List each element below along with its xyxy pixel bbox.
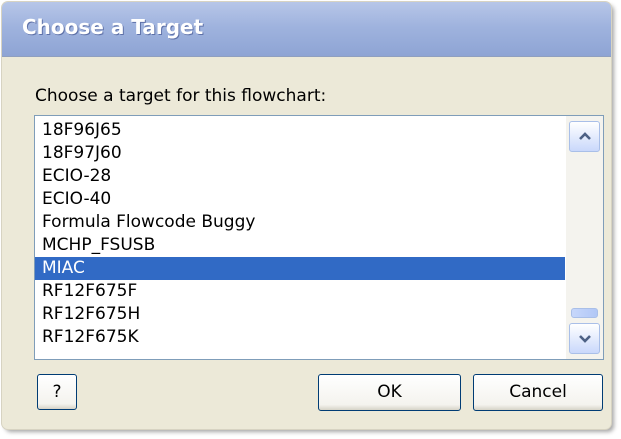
choose-target-dialog: Choose a Target Choose a target for this… bbox=[2, 2, 611, 429]
list-item[interactable]: MCHP_FSUSB bbox=[35, 234, 565, 257]
target-listbox[interactable]: 18F96J65 18F97J60 ECIO-28 ECIO-40 Formul… bbox=[34, 115, 604, 360]
chevron-down-icon bbox=[579, 335, 591, 343]
vertical-scrollbar[interactable] bbox=[566, 116, 603, 359]
list-item[interactable]: ECIO-28 bbox=[35, 165, 565, 188]
list-item[interactable]: RF12F675H bbox=[35, 303, 565, 326]
cancel-button[interactable]: Cancel bbox=[473, 374, 603, 411]
chevron-up-icon bbox=[579, 132, 591, 140]
list-item[interactable]: RF12F675K bbox=[35, 326, 565, 349]
title-bar[interactable]: Choose a Target bbox=[2, 2, 611, 57]
list-item[interactable]: 18F96J65 bbox=[35, 119, 565, 142]
list-item[interactable]: 18F97J60 bbox=[35, 142, 565, 165]
scroll-down-button[interactable] bbox=[569, 323, 600, 354]
list-item[interactable]: ECIO-40 bbox=[35, 188, 565, 211]
window-title: Choose a Target bbox=[22, 15, 204, 39]
prompt-label: Choose a target for this flowchart: bbox=[35, 86, 327, 106]
ok-button[interactable]: OK bbox=[318, 374, 461, 411]
scroll-up-button[interactable] bbox=[569, 121, 600, 152]
scrollbar-thumb[interactable] bbox=[571, 308, 598, 318]
list-item-selected[interactable]: MIAC bbox=[35, 257, 565, 280]
target-list: 18F96J65 18F97J60 ECIO-28 ECIO-40 Formul… bbox=[35, 119, 565, 349]
help-button[interactable]: ? bbox=[37, 374, 77, 410]
list-item[interactable]: RF12F675F bbox=[35, 280, 565, 303]
list-item[interactable]: Formula Flowcode Buggy bbox=[35, 211, 565, 234]
